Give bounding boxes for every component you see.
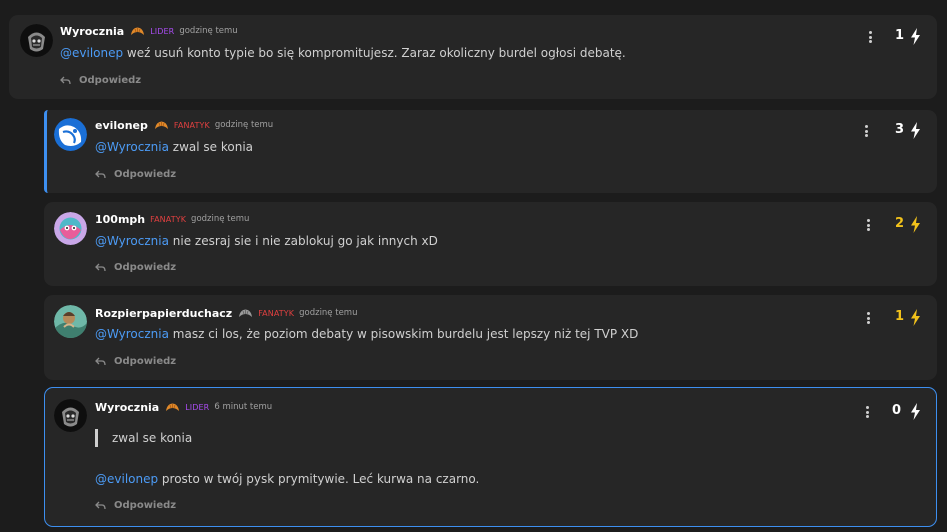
- timestamp[interactable]: godzinę temu: [299, 308, 357, 318]
- croissant-icon: [165, 402, 180, 413]
- avatar[interactable]: [54, 118, 87, 151]
- message-body: nie zesraj sie i nie zablokuj go jak inn…: [168, 234, 438, 248]
- comment-text: @evilonep prosto w twój pysk prymitywie.…: [95, 472, 479, 486]
- reply-label: Odpowiedz: [114, 169, 177, 180]
- reply-arrow-icon: [95, 357, 106, 366]
- comment-card: 100mph FANATYK godzinę temu @Wyrocznia n…: [44, 202, 937, 286]
- username[interactable]: Wyrocznia: [95, 401, 159, 414]
- quote-block: zwal se konia: [95, 429, 192, 447]
- comment-text: @Wyrocznia zwal se konia: [95, 140, 253, 154]
- vote-count: 0: [891, 403, 901, 418]
- vote-count: 2: [894, 216, 904, 231]
- rank-badge: FANATYK: [173, 120, 210, 130]
- reply-button[interactable]: Odpowiedz: [95, 356, 176, 367]
- reply-arrow-icon: [95, 170, 106, 179]
- reply-label: Odpowiedz: [114, 500, 177, 511]
- user-mention[interactable]: @evilonep: [95, 472, 158, 486]
- username[interactable]: Rozpierpapierduchacz: [95, 307, 232, 320]
- username[interactable]: evilonep: [95, 119, 148, 132]
- reply-label: Odpowiedz: [114, 262, 177, 273]
- comment-text: @Wyrocznia masz ci los, że poziom debaty…: [95, 327, 638, 341]
- rank-badge: FANATYK: [150, 214, 187, 224]
- comment-card: evilonep FANATYK godzinę temu @Wyrocznia…: [44, 110, 937, 193]
- vote-count: 1: [894, 28, 904, 43]
- reply-button[interactable]: Odpowiedz: [60, 75, 141, 86]
- reply-label: Odpowiedz: [114, 356, 177, 367]
- rank-badge: LIDER: [150, 26, 175, 36]
- user-mention[interactable]: @Wyrocznia: [95, 140, 169, 154]
- user-mention[interactable]: @evilonep: [60, 46, 123, 60]
- croissant-icon: [130, 26, 145, 37]
- username[interactable]: Wyrocznia: [60, 25, 124, 38]
- kebab-menu-icon[interactable]: [865, 30, 875, 44]
- lightning-bolt-icon[interactable]: [910, 216, 921, 233]
- avatar[interactable]: [54, 212, 87, 245]
- rank-badge: LIDER: [185, 402, 210, 412]
- croissant-icon: [154, 120, 169, 131]
- message-body: weź usuń konto typie bo się kompromituje…: [123, 46, 626, 60]
- lightning-bolt-icon[interactable]: [910, 309, 921, 326]
- kebab-menu-icon[interactable]: [861, 124, 871, 138]
- reply-arrow-icon: [95, 501, 106, 510]
- user-mention[interactable]: @Wyrocznia: [95, 234, 169, 248]
- timestamp[interactable]: godzinę temu: [191, 214, 249, 224]
- avatar[interactable]: [54, 399, 87, 432]
- comment-text: @evilonep weź usuń konto typie bo się ko…: [60, 46, 626, 60]
- timestamp[interactable]: godzinę temu: [215, 120, 273, 130]
- message-body: masz ci los, że poziom debaty w pisowski…: [168, 327, 639, 341]
- comment-card: Rozpierpapierduchacz FANATYK godzinę tem…: [44, 295, 937, 380]
- rank-badge: FANATYK: [258, 308, 295, 318]
- timestamp[interactable]: 6 minut temu: [214, 402, 272, 412]
- username[interactable]: 100mph: [95, 213, 145, 226]
- message-body: prosto w twój pysk prymitywie. Leć kurwa…: [158, 472, 480, 486]
- vote-count: 1: [894, 309, 904, 324]
- croissant-icon: [238, 308, 253, 319]
- lightning-bolt-icon[interactable]: [910, 28, 921, 45]
- reply-button[interactable]: Odpowiedz: [95, 500, 176, 511]
- message-body: zwal se konia: [168, 140, 254, 154]
- reply-button[interactable]: Odpowiedz: [95, 262, 176, 273]
- kebab-menu-icon[interactable]: [863, 311, 873, 325]
- reply-label: Odpowiedz: [79, 75, 142, 86]
- comment-card: Wyrocznia LIDER godzinę temu @evilonep w…: [9, 15, 937, 99]
- kebab-menu-icon[interactable]: [863, 218, 873, 232]
- reply-arrow-icon: [95, 263, 106, 272]
- user-mention[interactable]: @Wyrocznia: [95, 327, 169, 341]
- comment-text: @Wyrocznia nie zesraj sie i nie zablokuj…: [95, 234, 438, 248]
- avatar[interactable]: [54, 305, 87, 338]
- timestamp[interactable]: godzinę temu: [179, 26, 237, 36]
- kebab-menu-icon[interactable]: [862, 405, 872, 419]
- lightning-bolt-icon[interactable]: [910, 403, 921, 420]
- comment-card: Wyrocznia LIDER 6 minut temu zwal se kon…: [44, 387, 937, 527]
- avatar[interactable]: [20, 24, 53, 57]
- lightning-bolt-icon[interactable]: [910, 122, 921, 139]
- reply-button[interactable]: Odpowiedz: [95, 169, 176, 180]
- vote-count: 3: [894, 122, 904, 137]
- reply-arrow-icon: [60, 76, 71, 85]
